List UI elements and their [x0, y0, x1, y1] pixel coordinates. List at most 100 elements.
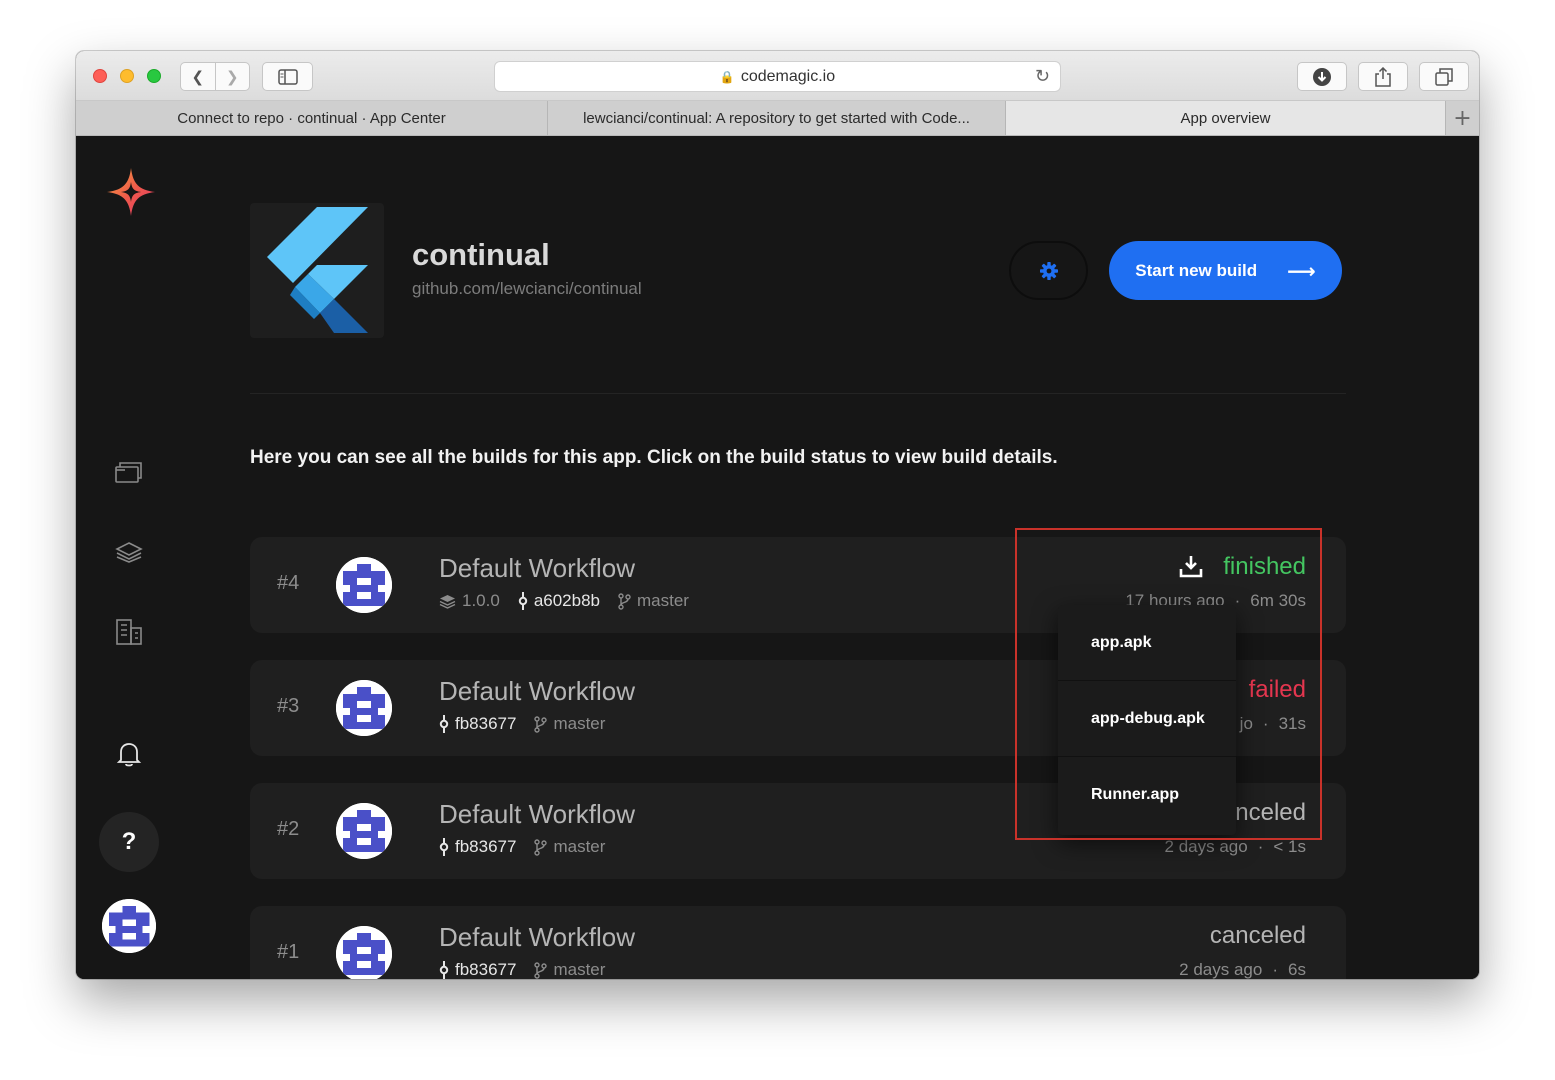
download-icon[interactable]: [1179, 554, 1203, 583]
commit-icon: [518, 592, 528, 610]
bell-icon[interactable]: [112, 737, 146, 771]
build-ago: jo: [1239, 714, 1253, 733]
browser-toolbar: ❮ ❯ 🔒 codemagic.io ↻: [76, 51, 1479, 101]
user-avatar[interactable]: [102, 899, 156, 953]
artifact-item[interactable]: app-debug.apk: [1058, 681, 1236, 757]
version-icon: [439, 594, 456, 609]
build-timing: 2 days ago · < 1s: [1165, 837, 1306, 857]
browser-tab-active[interactable]: App overview: [1006, 101, 1446, 135]
build-duration: 6m 30s: [1250, 591, 1306, 610]
reload-icon[interactable]: ↻: [1035, 66, 1050, 87]
app-settings-button[interactable]: [1009, 241, 1088, 300]
build-duration: 31s: [1278, 714, 1306, 733]
workflow-name: Default Workflow: [439, 676, 636, 706]
build-timing: jo · 31s: [1240, 714, 1306, 734]
builds-intro-text: Here you can see all the builds for this…: [250, 447, 1058, 468]
build-author-avatar: [336, 926, 392, 979]
branch-name: master: [553, 714, 606, 733]
arrow-right-icon: ⟶: [1287, 258, 1316, 283]
sidebar: ?: [76, 137, 184, 979]
layers-icon[interactable]: [112, 535, 146, 569]
back-icon[interactable]: ❮: [181, 63, 215, 90]
commit-hash: fb83677: [455, 960, 517, 979]
forward-icon[interactable]: ❯: [214, 63, 250, 90]
teams-icon[interactable]: [112, 615, 146, 649]
commit-hash: fb83677: [455, 714, 517, 733]
commit-icon: [439, 715, 449, 733]
url-text: codemagic.io: [740, 67, 836, 85]
download-circle-icon: [1313, 67, 1331, 86]
downloads-button[interactable]: [1297, 62, 1347, 91]
build-ago: 2 days ago: [1179, 960, 1263, 979]
artifact-item[interactable]: Runner.app: [1058, 757, 1236, 833]
commit-hash: fb83677: [455, 837, 517, 856]
build-number: #1: [277, 941, 300, 963]
codemagic-logo-icon[interactable]: [104, 165, 158, 219]
branch-name: master: [553, 960, 606, 979]
help-button[interactable]: ?: [99, 812, 159, 872]
commit-hash: a602b8b: [533, 591, 600, 610]
build-status[interactable]: canceled: [1210, 922, 1306, 950]
app-title: continual: [412, 237, 550, 272]
branch-icon: [534, 961, 548, 979]
gear-icon: [1039, 261, 1058, 280]
branch-icon: [534, 715, 548, 733]
browser-tab[interactable]: Connect to repo · continual · App Center: [76, 101, 548, 135]
apps-icon[interactable]: [112, 454, 146, 488]
browser-window: ❮ ❯ 🔒 codemagic.io ↻ Connect to repo · c…: [76, 51, 1479, 979]
build-meta: fb83677 master: [439, 960, 623, 979]
app-repo-link[interactable]: github.com/lewcianci/continual: [412, 279, 642, 299]
flutter-app-icon: [250, 203, 384, 338]
share-icon: [1375, 66, 1391, 87]
artifact-item[interactable]: app.apk: [1058, 605, 1236, 681]
share-button[interactable]: [1358, 62, 1408, 91]
history-nav: ❮ ❯: [180, 62, 250, 91]
browser-tab[interactable]: lewcianci/continual: A repository to get…: [548, 101, 1006, 135]
commit-icon: [439, 961, 449, 979]
build-number: #4: [277, 572, 300, 594]
artifacts-dropdown: app.apk app-debug.apk Runner.app: [1058, 605, 1236, 835]
build-ago: 2 days ago: [1164, 837, 1248, 856]
sidebar-toggle-button[interactable]: [262, 62, 313, 91]
commit-icon: [439, 838, 449, 856]
build-timing: 2 days ago · 6s: [1179, 960, 1306, 979]
build-number: #3: [277, 695, 300, 717]
build-author-avatar: [336, 803, 392, 859]
build-version: 1.0.0: [462, 591, 500, 610]
header-divider: [250, 393, 1346, 394]
build-meta: fb83677 master: [439, 837, 623, 857]
branch-name: master: [637, 591, 689, 610]
workflow-name: Default Workflow: [439, 799, 636, 829]
separator: ·: [1262, 714, 1269, 733]
start-new-build-button[interactable]: Start new build ⟶: [1109, 241, 1342, 300]
build-status[interactable]: nceled: [1235, 799, 1306, 827]
build-number: #2: [277, 818, 300, 840]
build-author-avatar: [336, 557, 392, 613]
new-tab-button[interactable]: +: [1446, 101, 1479, 135]
codemagic-app: ? continual github.com/lewcianci/continu…: [76, 137, 1479, 979]
start-new-build-label: Start new build: [1135, 260, 1258, 280]
workflow-name: Default Workflow: [439, 553, 636, 583]
address-bar[interactable]: 🔒 codemagic.io ↻: [494, 61, 1061, 92]
branch-icon: [618, 592, 631, 610]
minimize-window-button[interactable]: [120, 69, 134, 83]
lock-icon: 🔒: [719, 69, 735, 84]
close-window-button[interactable]: [93, 69, 107, 83]
sidebar-icon: [277, 68, 298, 85]
build-meta: 1.0.0 a602b8b master: [439, 591, 707, 611]
separator: ·: [1272, 960, 1279, 979]
build-duration: 6s: [1288, 960, 1306, 979]
branch-icon: [534, 838, 548, 856]
show-tabs-button[interactable]: [1419, 62, 1469, 91]
branch-name: master: [553, 837, 606, 856]
build-author-avatar: [336, 680, 392, 736]
build-duration: < 1s: [1273, 837, 1306, 856]
tabs-icon: [1435, 67, 1453, 86]
build-status[interactable]: failed: [1249, 676, 1306, 704]
browser-tab-bar: Connect to repo · continual · App Center…: [76, 101, 1479, 136]
build-status[interactable]: finished: [1223, 553, 1306, 581]
workflow-name: Default Workflow: [439, 922, 636, 952]
build-row[interactable]: #1 Default Workflow fb83677 master cance…: [250, 906, 1346, 979]
zoom-window-button[interactable]: [147, 69, 161, 83]
separator: ·: [1257, 837, 1264, 856]
